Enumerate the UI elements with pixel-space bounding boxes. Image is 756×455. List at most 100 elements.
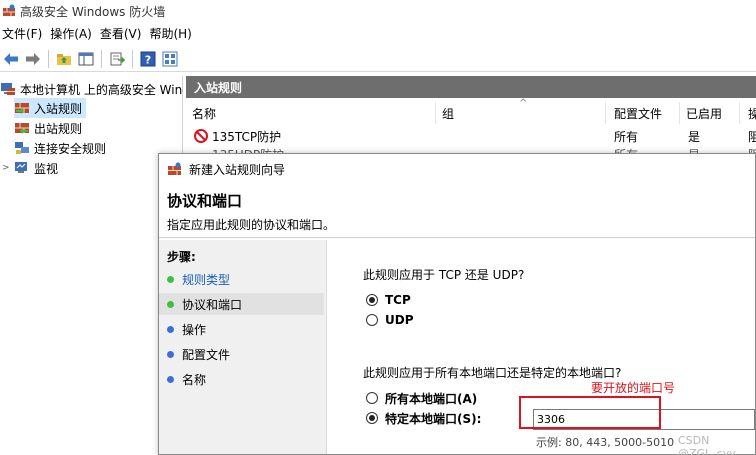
wizard-body: 步骤: 规则类型 协议和端口 操作 配置文件 名称 此规则应用于 TCP 还是 … — [159, 240, 755, 455]
step-label: 配置文件 — [182, 347, 231, 362]
forward-button[interactable] — [24, 50, 42, 68]
back-button[interactable] — [2, 50, 20, 68]
step-rule-type[interactable]: 规则类型 — [159, 268, 324, 290]
menu-help[interactable]: 帮助(H) — [147, 25, 197, 42]
tree-item-inbound-rules[interactable]: 入站规则 — [14, 98, 87, 118]
wizard-steps-panel: 步骤: 规则类型 协议和端口 操作 配置文件 名称 — [159, 240, 327, 454]
row-action: 阻 — [748, 129, 756, 144]
wizard-header: 协议和端口 指定应用此规则的协议和端口。 — [159, 184, 755, 238]
folder-up-icon — [57, 53, 71, 65]
step-pending-dot-icon — [167, 375, 174, 383]
show-hide-tree-button[interactable] — [77, 50, 95, 68]
radio-specific-local-ports[interactable]: 特定本地端口(S): — [366, 409, 481, 427]
toolbar-separator — [132, 49, 133, 68]
connection-security-icon — [15, 142, 29, 154]
export-icon — [110, 52, 125, 65]
tree-root-label: 本地计算机 上的高级安全 Windows 防火墙 — [20, 82, 183, 97]
tree-item-label: 监视 — [34, 161, 59, 176]
new-inbound-rule-wizard: 新建入站规则向导 协议和端口 指定应用此规则的协议和端口。 步骤: 规则类型 协… — [158, 153, 756, 455]
help-icon: ? — [140, 51, 156, 66]
radio-button-selected[interactable] — [366, 412, 378, 424]
menu-view[interactable]: 查看(V) — [98, 25, 148, 42]
radio-all-local-ports[interactable]: 所有本地端口(A) — [366, 389, 477, 407]
list-panel-header: 入站规则 — [186, 76, 756, 98]
menu-bar: 文件(F) 操作(A) 查看(V) 帮助(H) — [0, 22, 756, 44]
radio-label: UDP — [385, 313, 414, 327]
step-label: 操作 — [182, 322, 207, 337]
navigation-tree: 本地计算机 上的高级安全 Windows 防火墙 入站规则 出站规则 连接安全规… — [0, 76, 183, 455]
wizard-title: 新建入站规则向导 — [189, 162, 286, 177]
watermark-text: CSDN @ZGL_cyy — [678, 434, 736, 455]
block-rule-icon — [194, 129, 208, 143]
tree-item-label: 入站规则 — [34, 101, 83, 116]
radio-label: 所有本地端口(A) — [385, 391, 478, 406]
properties-icon — [162, 51, 178, 66]
wizard-subtitle: 指定应用此规则的协议和端口。 — [167, 218, 336, 232]
column-header-name[interactable]: 名称 — [186, 102, 436, 124]
radio-tcp[interactable]: TCP — [366, 291, 411, 309]
tree-item-label: 连接安全规则 — [34, 141, 107, 156]
wizard-titlebar: 新建入站规则向导 — [159, 154, 755, 184]
monitor-icon — [15, 162, 27, 173]
wizard-heading: 协议和端口 — [167, 192, 243, 210]
help-button[interactable]: ? — [139, 50, 157, 68]
tree-item-connection-security-rules[interactable]: 连接安全规则 — [14, 138, 106, 158]
forward-arrow-icon — [26, 52, 40, 65]
step-pending-dot-icon — [167, 350, 174, 358]
column-header-action[interactable]: 操 — [742, 102, 756, 124]
tree-item-label: 出站规则 — [34, 121, 83, 136]
question-ports: 此规则应用于所有本地端口还是特定的本地端口? — [363, 366, 622, 380]
toolbar-separator — [48, 49, 49, 68]
column-header-group[interactable]: 组 — [436, 102, 606, 124]
firewall-brick-icon — [3, 4, 15, 16]
column-header-enabled[interactable]: 已启用 — [680, 102, 740, 124]
tree-root-local-firewall[interactable]: 本地计算机 上的高级安全 Windows 防火墙 — [0, 79, 183, 99]
radio-label: TCP — [385, 293, 411, 307]
annotation-label: 要开放的端口号 — [591, 381, 676, 395]
step-protocol-and-ports[interactable]: 协议和端口 — [159, 293, 324, 315]
table-row[interactable]: 135TCP防护 — [194, 126, 281, 146]
back-arrow-icon — [4, 52, 18, 65]
step-done-dot-icon — [167, 275, 174, 283]
ports-example-hint: 示例: 80, 443, 5000-5010 — [536, 436, 675, 449]
row-enabled: 是 — [688, 129, 701, 144]
step-action: 操作 — [159, 318, 324, 340]
radio-button[interactable] — [366, 392, 378, 404]
firewall-brick-icon — [168, 162, 181, 175]
outbound-rules-icon — [15, 123, 29, 134]
menu-action[interactable]: 操作(A) — [48, 25, 98, 42]
radio-button[interactable] — [366, 314, 378, 326]
annotation-highlight-box — [519, 396, 661, 429]
window-title: 高级安全 Windows 防火墙 — [20, 4, 166, 19]
column-header-profile[interactable]: 配置文件 — [608, 102, 680, 124]
toolbar: ? — [0, 46, 756, 72]
toolbar-separator — [101, 49, 102, 68]
tree-item-monitoring[interactable]: > 监视 — [2, 158, 58, 178]
tree-item-outbound-rules[interactable]: 出站规则 — [14, 118, 82, 138]
show-hide-tree-icon — [78, 52, 94, 65]
question-protocol: 此规则应用于 TCP 还是 UDP? — [363, 268, 525, 282]
export-list-button[interactable] — [108, 50, 126, 68]
window-titlebar: 高级安全 Windows 防火墙 — [0, 0, 756, 22]
step-name: 名称 — [159, 368, 324, 390]
steps-title: 步骤: — [167, 250, 196, 264]
step-label: 名称 — [182, 372, 207, 387]
step-label: 规则类型 — [182, 272, 231, 287]
up-level-button[interactable] — [55, 50, 73, 68]
step-profile: 配置文件 — [159, 343, 324, 365]
row-name: 135TCP防护 — [212, 129, 282, 144]
radio-udp[interactable]: UDP — [366, 311, 414, 329]
radio-label: 特定本地端口(S): — [385, 411, 482, 426]
step-label: 协议和端口 — [182, 297, 243, 312]
properties-button[interactable] — [161, 50, 179, 68]
firewall-computer-icon — [1, 83, 15, 95]
row-profile: 所有 — [614, 129, 639, 144]
step-pending-dot-icon — [167, 325, 174, 333]
tree-expander-icon[interactable]: > — [2, 163, 12, 173]
inbound-rules-icon — [15, 103, 29, 114]
radio-button-selected[interactable] — [366, 294, 378, 306]
wizard-content: 此规则应用于 TCP 还是 UDP? TCP UDP 此规则应用于所有本地端口还… — [328, 240, 755, 455]
svg-text:?: ? — [145, 53, 151, 66]
menu-file[interactable]: 文件(F) — [0, 25, 48, 42]
step-current-dot-icon — [167, 300, 174, 308]
